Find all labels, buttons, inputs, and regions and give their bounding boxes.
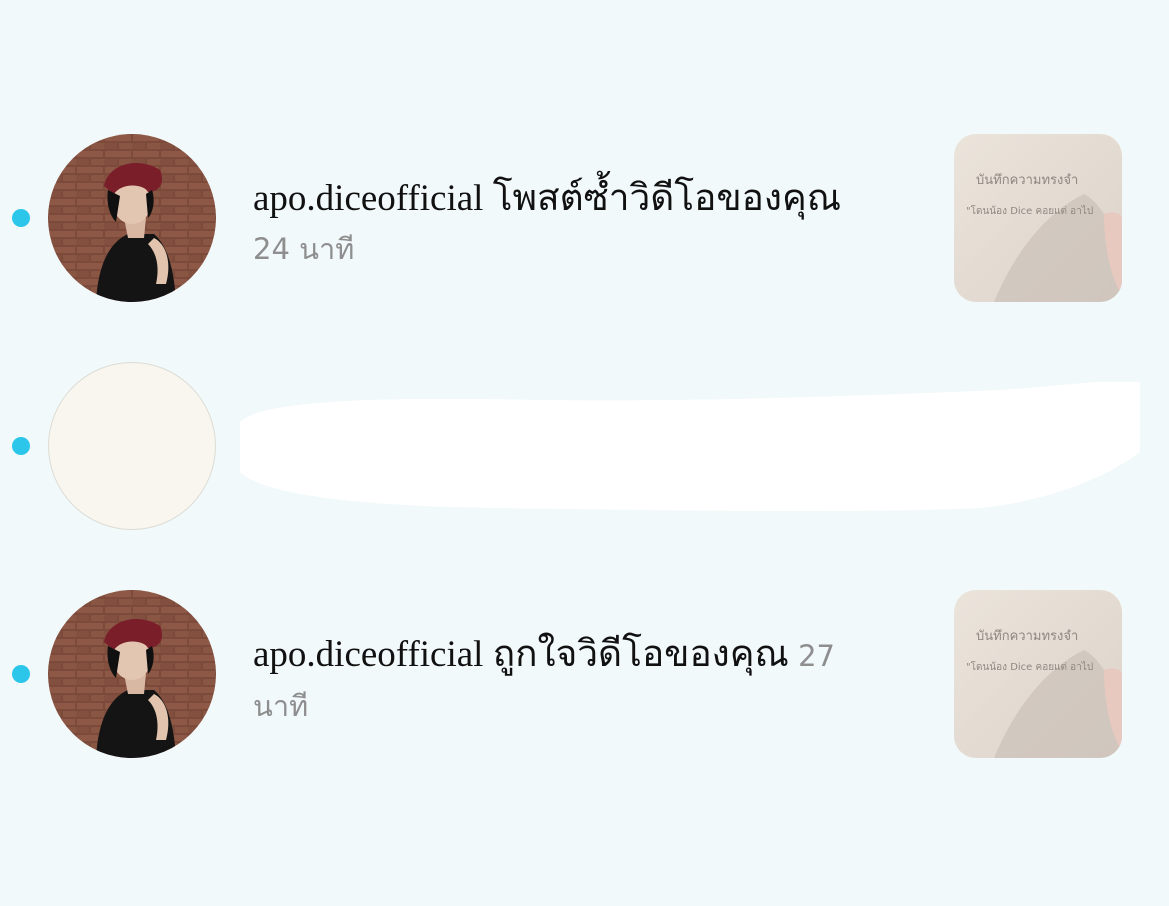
thumbnail-text-line1: บันทึกความทรงจำ <box>976 629 1078 644</box>
username-link[interactable]: apo.diceofficial <box>253 634 483 675</box>
thumbnail-text-line2: "โดนน้อง Dice คอยแต่ อาไป <box>966 204 1093 217</box>
avatar-image <box>48 590 216 758</box>
unread-dot <box>12 437 30 455</box>
notification-item[interactable]: apo.diceofficial ถูกใจวิดีโอของคุณ 27 นา… <box>0 590 1169 760</box>
timestamp-value: 27 <box>798 639 835 673</box>
redacted-content <box>240 382 1140 512</box>
thumbnail-text-line2: "โดนน้อง Dice คอยแต่ อาไป <box>966 660 1093 673</box>
video-thumbnail[interactable]: บันทึกความทรงจำ "โดนน้อง Dice คอยแต่ อาไ… <box>954 134 1122 302</box>
notification-text: apo.diceofficial โพสต์ซ้ำวิดีโอของคุณ 24… <box>253 174 913 274</box>
avatar-image <box>48 134 216 302</box>
timestamp-unit: นาที <box>253 689 309 723</box>
video-thumbnail[interactable]: บันทึกความทรงจำ "โดนน้อง Dice คอยแต่ อาไ… <box>954 590 1122 758</box>
thumbnail-text-line1: บันทึกความทรงจำ <box>976 173 1078 188</box>
video-preview-image: บันทึกความทรงจำ "โดนน้อง Dice คอยแต่ อาไ… <box>954 134 1122 302</box>
avatar[interactable] <box>48 590 216 758</box>
unread-dot <box>12 209 30 227</box>
action-text: โพสต์ซ้ำวิดีโอของคุณ <box>492 178 842 219</box>
notification-item[interactable]: apo.diceofficial โพสต์ซ้ำวิดีโอของคุณ 24… <box>0 134 1169 304</box>
unread-dot <box>12 665 30 683</box>
notification-text: apo.diceofficial ถูกใจวิดีโอของคุณ 27 นา… <box>253 630 913 731</box>
action-text: ถูกใจวิดีโอของคุณ <box>492 634 789 675</box>
avatar-placeholder[interactable] <box>48 362 216 530</box>
avatar[interactable] <box>48 134 216 302</box>
username-link[interactable]: apo.diceofficial <box>253 178 483 219</box>
timestamp: 24 นาที <box>253 232 355 266</box>
video-preview-image: บันทึกความทรงจำ "โดนน้อง Dice คอยแต่ อาไ… <box>954 590 1122 758</box>
notification-item-redacted[interactable] <box>0 362 1169 532</box>
